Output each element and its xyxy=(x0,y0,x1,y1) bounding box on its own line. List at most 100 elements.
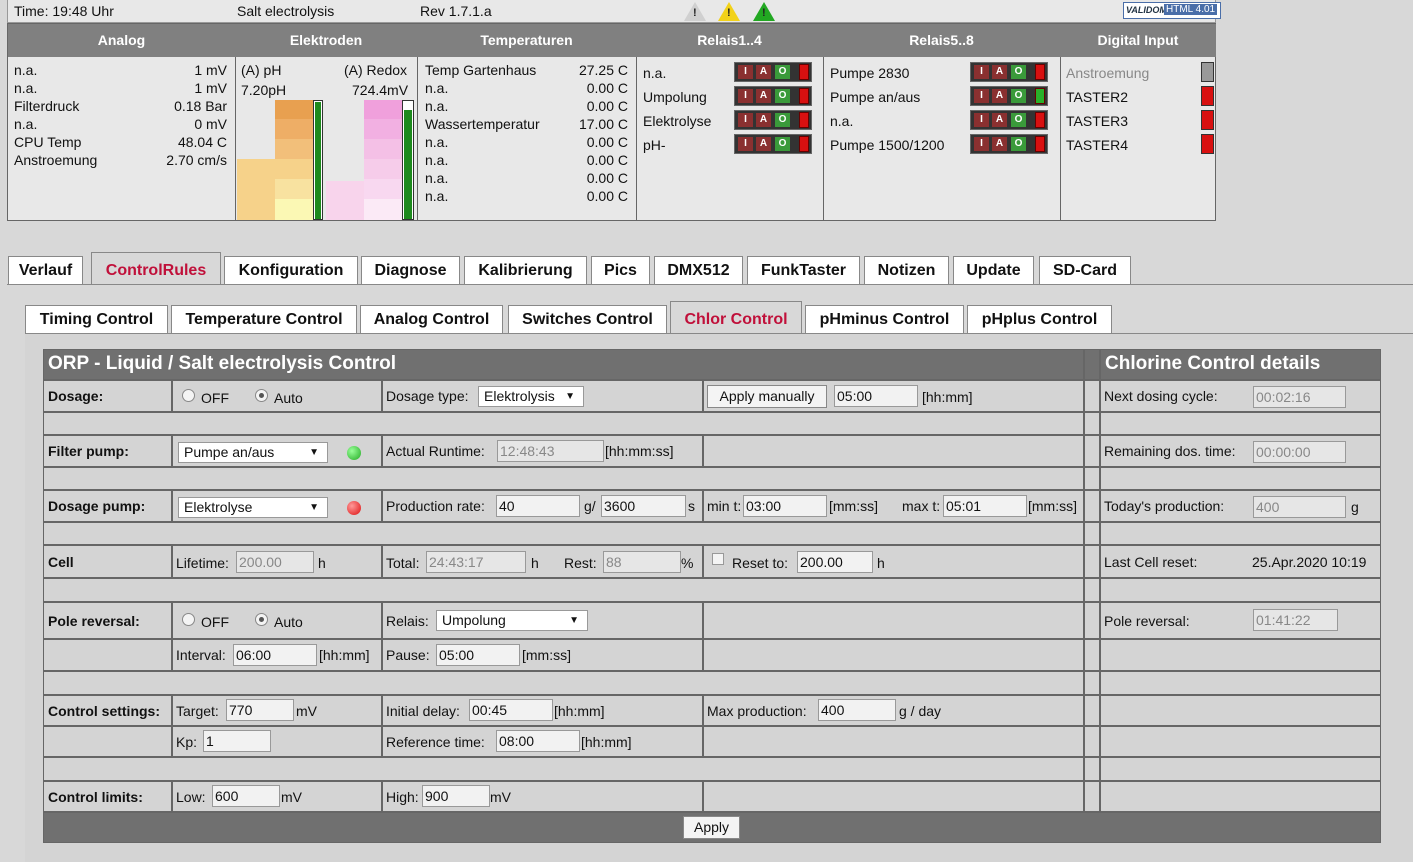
dosage-type-select[interactable]: Elektrolysis ▼ xyxy=(478,386,584,407)
relais-a-button[interactable]: A xyxy=(756,65,771,79)
high-unit: mV xyxy=(490,789,511,805)
subtab-phminus-control[interactable]: pHminus Control xyxy=(805,305,964,334)
kp-input[interactable]: 1 xyxy=(203,730,271,752)
subtab-chlor-control[interactable]: Chlor Control xyxy=(670,301,802,334)
low-input[interactable]: 600 xyxy=(212,785,280,807)
high-input[interactable]: 900 xyxy=(422,785,490,807)
tab-sd-card[interactable]: SD-Card xyxy=(1039,256,1131,285)
tab-diagnose[interactable]: Diagnose xyxy=(361,256,460,285)
pause-input[interactable]: 05:00 xyxy=(436,644,520,666)
initial-delay-input[interactable]: 00:45 xyxy=(469,699,553,721)
apply-manually-button[interactable]: Apply manually xyxy=(707,385,827,408)
relais-o-button[interactable]: O xyxy=(775,137,790,151)
apply-button[interactable]: Apply xyxy=(683,816,740,839)
subtab-phplus-control[interactable]: pHplus Control xyxy=(967,305,1112,334)
tab-dmx512[interactable]: DMX512 xyxy=(654,256,743,285)
relais-o-button[interactable]: O xyxy=(775,113,790,127)
max-production-unit: g / day xyxy=(899,703,942,719)
rate-seconds-input[interactable]: 3600 xyxy=(601,495,686,517)
tab-update[interactable]: Update xyxy=(953,256,1034,285)
tab-verlauf[interactable]: Verlauf xyxy=(8,256,83,285)
target-input[interactable]: 770 xyxy=(226,699,294,721)
relais-name: Pumpe 1500/1200 xyxy=(830,137,945,153)
relais-switch[interactable]: IAO xyxy=(970,62,1048,82)
relais-o-button[interactable]: O xyxy=(775,89,790,103)
target-label: Target: xyxy=(176,703,219,719)
relais-switch[interactable]: IAO xyxy=(734,62,812,82)
pole-auto-radio[interactable] xyxy=(255,613,268,626)
filter-pump-select[interactable]: Pumpe an/aus ▼ xyxy=(178,442,328,463)
tab-kalibrierung[interactable]: Kalibrierung xyxy=(464,256,587,285)
warning-green-icon: ! xyxy=(753,2,775,21)
relais-switch[interactable]: IAO xyxy=(734,86,812,106)
relais-o-button[interactable]: O xyxy=(775,65,790,79)
redox-scale-3 xyxy=(364,139,402,159)
relais-i-button[interactable]: I xyxy=(738,65,753,79)
relais-a-button[interactable]: A xyxy=(756,89,771,103)
relais-i-button[interactable]: I xyxy=(974,137,989,151)
relais-o-button[interactable]: O xyxy=(1011,113,1026,127)
relais-a-button[interactable]: A xyxy=(992,65,1007,79)
relais-switch[interactable]: IAO xyxy=(970,134,1048,154)
pole-relais-select[interactable]: Umpolung ▼ xyxy=(436,610,588,631)
min-time-input[interactable]: 03:00 xyxy=(743,495,827,517)
relais-i-button[interactable]: I xyxy=(974,89,989,103)
relais-o-button[interactable]: O xyxy=(1011,65,1026,79)
ph-scale-4 xyxy=(275,159,313,179)
max-time-input[interactable]: 05:01 xyxy=(943,495,1027,517)
dosage-pump-status-led xyxy=(347,501,361,515)
interval-unit: [hh:mm] xyxy=(319,647,370,663)
relais-switch[interactable]: IAO xyxy=(970,86,1048,106)
interval-label: Interval: xyxy=(176,647,226,663)
relais-switch[interactable]: IAO xyxy=(970,110,1048,130)
relais-switch[interactable]: IAO xyxy=(734,134,812,154)
pole-off-radio[interactable] xyxy=(182,613,195,626)
relais-o-button[interactable]: O xyxy=(1011,89,1026,103)
min-time-label: min t: xyxy=(707,498,742,514)
subtab-switches-control[interactable]: Switches Control xyxy=(508,305,667,334)
max-production-input[interactable]: 400 xyxy=(818,699,896,721)
reset-input[interactable]: 200.00 xyxy=(797,551,873,573)
relais-i-button[interactable]: I xyxy=(738,137,753,151)
dosage-off-radio[interactable] xyxy=(182,389,195,402)
relais-i-button[interactable]: I xyxy=(974,65,989,79)
relais-switch[interactable]: IAO xyxy=(734,110,812,130)
header-temperaturen: Temperaturen xyxy=(417,24,636,57)
analog-value: 1 mV xyxy=(194,80,227,96)
validome-badge[interactable]: VALIDOME HTML 4.01 xyxy=(1123,2,1221,19)
relais-a-button[interactable]: A xyxy=(756,113,771,127)
subtab-analog-control[interactable]: Analog Control xyxy=(360,305,503,334)
subtab-timing-control[interactable]: Timing Control xyxy=(25,305,168,334)
analog-value: 2.70 cm/s xyxy=(166,152,227,168)
digital-input-name: TASTER4 xyxy=(1066,137,1128,153)
tab-notizen[interactable]: Notizen xyxy=(864,256,949,285)
relais-i-button[interactable]: I xyxy=(738,113,753,127)
relais-i-button[interactable]: I xyxy=(738,89,753,103)
relais-a-button[interactable]: A xyxy=(992,137,1007,151)
relais-a-button[interactable]: A xyxy=(756,137,771,151)
control-limits-label: Control limits: xyxy=(48,789,143,805)
relais-led-icon xyxy=(1035,112,1045,128)
relais-a-button[interactable]: A xyxy=(992,113,1007,127)
relais-led-icon xyxy=(1035,88,1045,104)
subtab-temperature-control[interactable]: Temperature Control xyxy=(171,305,357,334)
tab-konfiguration[interactable]: Konfiguration xyxy=(224,256,358,285)
temp-value: 0.00 C xyxy=(586,134,628,150)
tab-pics[interactable]: Pics xyxy=(591,256,650,285)
interval-input[interactable]: 06:00 xyxy=(233,644,317,666)
dosage-auto-radio[interactable] xyxy=(255,389,268,402)
manual-time-input[interactable]: 05:00 xyxy=(834,385,918,407)
rate-input[interactable]: 40 xyxy=(496,495,580,517)
redox-scale-6 xyxy=(364,199,402,220)
tab-funktaster[interactable]: FunkTaster xyxy=(747,256,860,285)
tab-controlrules[interactable]: ControlRules xyxy=(91,252,221,285)
reference-time-input[interactable]: 08:00 xyxy=(496,730,580,752)
header-relais1: Relais1..4 xyxy=(636,24,823,57)
relais-o-button[interactable]: O xyxy=(1011,137,1026,151)
relais-name: Umpolung xyxy=(643,89,707,105)
dosage-pump-select[interactable]: Elektrolyse ▼ xyxy=(178,497,328,518)
relais-a-button[interactable]: A xyxy=(992,89,1007,103)
reset-checkbox[interactable] xyxy=(712,553,724,565)
lifetime-field: 200.00 xyxy=(236,551,314,573)
relais-i-button[interactable]: I xyxy=(974,113,989,127)
